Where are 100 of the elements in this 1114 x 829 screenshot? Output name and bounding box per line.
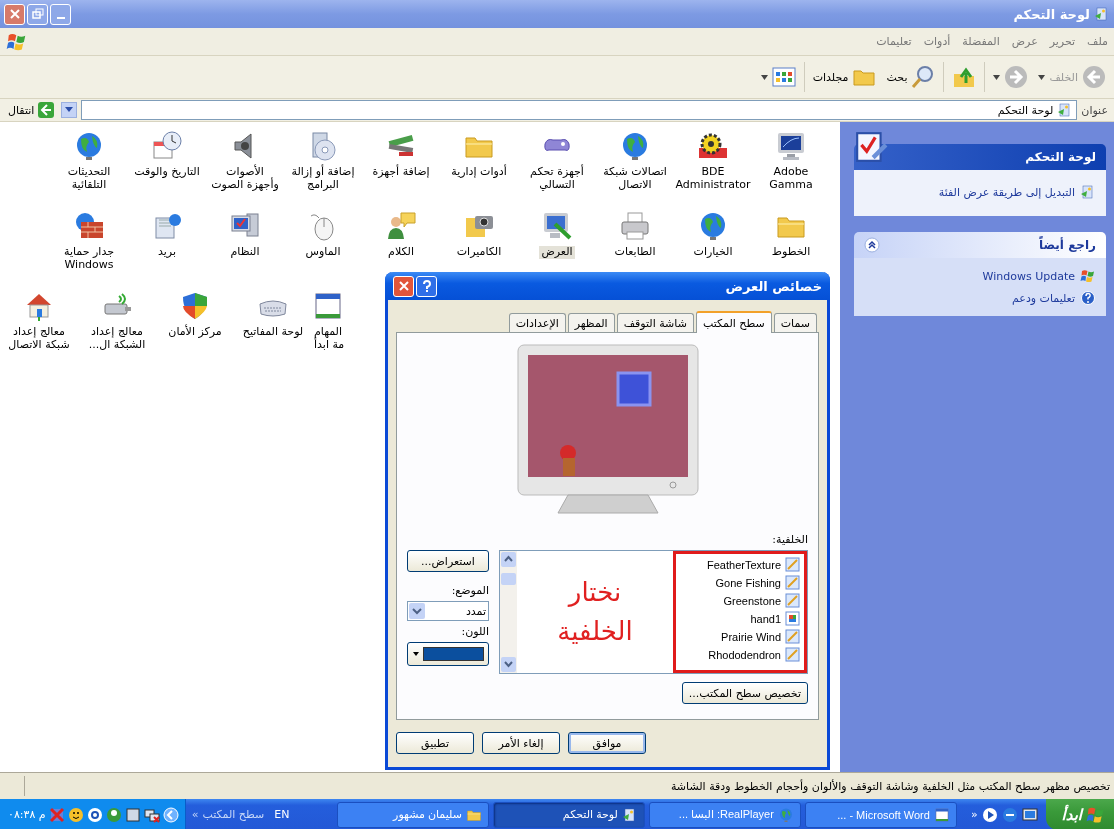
minimize-icon xyxy=(56,17,65,19)
clock[interactable]: م ٠٨:٣٨ xyxy=(6,808,46,821)
quick-launch-more[interactable]: « xyxy=(970,808,978,821)
section-header[interactable]: لوحة التحكم xyxy=(854,144,1106,170)
applet-label[interactable]: أدوات إدارية xyxy=(449,166,509,179)
customize-desktop-button[interactable]: تخصيص سطح المكتب... xyxy=(681,682,808,704)
smiley-icon[interactable] xyxy=(67,806,84,823)
applet-label[interactable]: جدار حماية Windows xyxy=(62,246,116,272)
taskbar-button[interactable]: لوحة التحكم xyxy=(492,801,645,828)
applet-label[interactable]: النظام xyxy=(228,246,262,259)
monitor-icon[interactable] xyxy=(775,130,807,162)
applet-label[interactable]: التحديثات التلقائية xyxy=(65,166,113,192)
toolbar-label[interactable]: سطح المكتب xyxy=(202,808,265,821)
close-button[interactable] xyxy=(393,275,414,297)
picture-file-icon xyxy=(785,575,800,590)
language-indicator[interactable]: EN xyxy=(270,808,294,821)
tray-app-icon[interactable] xyxy=(124,806,141,823)
tab[interactable]: سمات xyxy=(773,313,817,332)
menu-item[interactable]: المفضلة xyxy=(962,35,1000,48)
tab[interactable]: سطح المكتب xyxy=(695,311,772,333)
applet-label[interactable]: BDE Administrator xyxy=(673,166,753,192)
applet-label[interactable]: المهام مة ابدأ xyxy=(312,326,347,352)
applet-label[interactable]: التاريخ والوقت xyxy=(132,166,202,179)
go-button[interactable]: انتقال xyxy=(6,101,58,119)
taskbar-button[interactable]: سليمان مشهور xyxy=(336,801,489,828)
list-item[interactable]: Rhododendron xyxy=(680,646,800,663)
applet-label[interactable]: الكاميرات xyxy=(454,246,504,259)
clock-icon[interactable] xyxy=(151,130,183,162)
tab[interactable]: المظهر xyxy=(567,313,615,332)
applet-label[interactable]: إضافة أو إزالة البرامج xyxy=(289,166,357,192)
scrollbar[interactable] xyxy=(500,551,517,673)
applet-label[interactable]: الأصوات وأجهزة الصوت xyxy=(209,166,281,192)
position-label: الموضع: xyxy=(450,584,489,597)
bitmap-file-icon xyxy=(785,611,800,626)
views-button[interactable] xyxy=(758,65,798,89)
network-icon[interactable] xyxy=(143,806,160,823)
list-item[interactable]: Gone Fishing xyxy=(680,574,800,591)
taskbar-button[interactable]: Microsoft Word - ... xyxy=(804,801,957,828)
list-item[interactable]: Prairie Wind xyxy=(680,628,800,645)
folders-button[interactable]: مجلدات xyxy=(810,63,879,91)
monitor-icon[interactable] xyxy=(541,210,573,242)
help-icon xyxy=(1080,290,1096,306)
applet-label[interactable]: أجهزة تحكم التسالي xyxy=(528,166,586,192)
menu-item[interactable]: تعليمات xyxy=(876,35,912,48)
applet-label[interactable]: اتصالات شبكة الاتصال xyxy=(601,166,669,192)
applet-label[interactable]: بريد xyxy=(156,246,178,259)
person-icon[interactable] xyxy=(385,210,417,242)
applet-label[interactable]: الخيارات xyxy=(691,246,735,259)
tab[interactable]: الإعدادات xyxy=(508,313,566,332)
list-item[interactable]: FeatherTexture xyxy=(680,556,800,573)
printer-icon[interactable] xyxy=(619,210,651,242)
menu-item[interactable]: تحرير xyxy=(1049,35,1076,48)
start-button[interactable]: ابدأ xyxy=(1045,799,1114,829)
applet-label[interactable]: الطابعات xyxy=(612,246,658,259)
menu-item[interactable]: أدوات xyxy=(923,35,951,48)
tab[interactable]: شاشة التوقف xyxy=(616,313,694,332)
applet-label[interactable]: معالج إعداد الشبكة ال... xyxy=(86,326,148,352)
dialog-button[interactable]: إلغاء الأمر xyxy=(482,732,560,754)
restore-button[interactable] xyxy=(27,3,48,25)
task-link[interactable]: التبديل إلى طريقة عرض الفئة xyxy=(938,185,1075,199)
desktop-icon[interactable] xyxy=(1021,806,1038,823)
applet-label[interactable]: معالج إعداد شبكة الاتصال xyxy=(6,326,72,352)
close-button[interactable] xyxy=(4,3,25,25)
menu-item[interactable]: ملف xyxy=(1087,35,1108,48)
picture-file-icon xyxy=(785,557,800,572)
applet-label[interactable]: مركز الأمان xyxy=(166,326,224,339)
applet-label[interactable]: Adobe Gamma xyxy=(752,166,830,192)
applet-label[interactable]: الكلام xyxy=(386,246,416,259)
section-header[interactable]: راجع أيضاً xyxy=(854,232,1106,258)
help-button[interactable] xyxy=(416,275,437,297)
minimize-button[interactable] xyxy=(50,3,71,25)
applet-label[interactable]: العرض xyxy=(539,246,575,259)
search-button[interactable]: بحث xyxy=(884,63,938,91)
address-field[interactable]: لوحة التحكم xyxy=(81,100,1078,120)
color-picker[interactable] xyxy=(407,642,489,666)
control-panel-icon xyxy=(621,806,638,823)
media-player-icon[interactable] xyxy=(981,806,998,823)
browse-button[interactable]: استعراض... xyxy=(407,550,489,572)
applet-label[interactable]: الخطوط xyxy=(769,246,813,259)
position-dropdown[interactable]: تمدد xyxy=(407,601,489,621)
task-link[interactable]: تعليمات ودعم xyxy=(1012,291,1075,305)
taskbar-button[interactable]: RealPlayer: البسا ... xyxy=(648,801,801,828)
task-link[interactable]: Windows Update xyxy=(982,269,1075,283)
toolbar-more[interactable]: » xyxy=(191,808,199,821)
applet-label[interactable]: الماوس xyxy=(303,246,343,259)
caret-icon xyxy=(412,650,420,658)
applet-label[interactable]: لوحة المفاتيح xyxy=(240,326,306,339)
list-item[interactable]: hand1 xyxy=(680,610,800,627)
collapse-icon[interactable] xyxy=(864,237,880,253)
dialog-button[interactable]: تطبيق xyxy=(396,732,474,754)
close-icon xyxy=(397,280,410,292)
picture-file-icon xyxy=(785,629,800,644)
dialog-button[interactable]: موافق xyxy=(568,732,646,754)
caret-icon xyxy=(760,74,768,80)
list-item[interactable]: Greenstone xyxy=(680,592,800,609)
menu-item[interactable]: عرض xyxy=(1011,35,1038,48)
applet-label[interactable]: إضافة أجهزة xyxy=(370,166,432,179)
dropdown-button[interactable] xyxy=(61,102,78,118)
expand-tray-icon[interactable] xyxy=(162,806,179,823)
window-icon[interactable] xyxy=(312,290,344,322)
